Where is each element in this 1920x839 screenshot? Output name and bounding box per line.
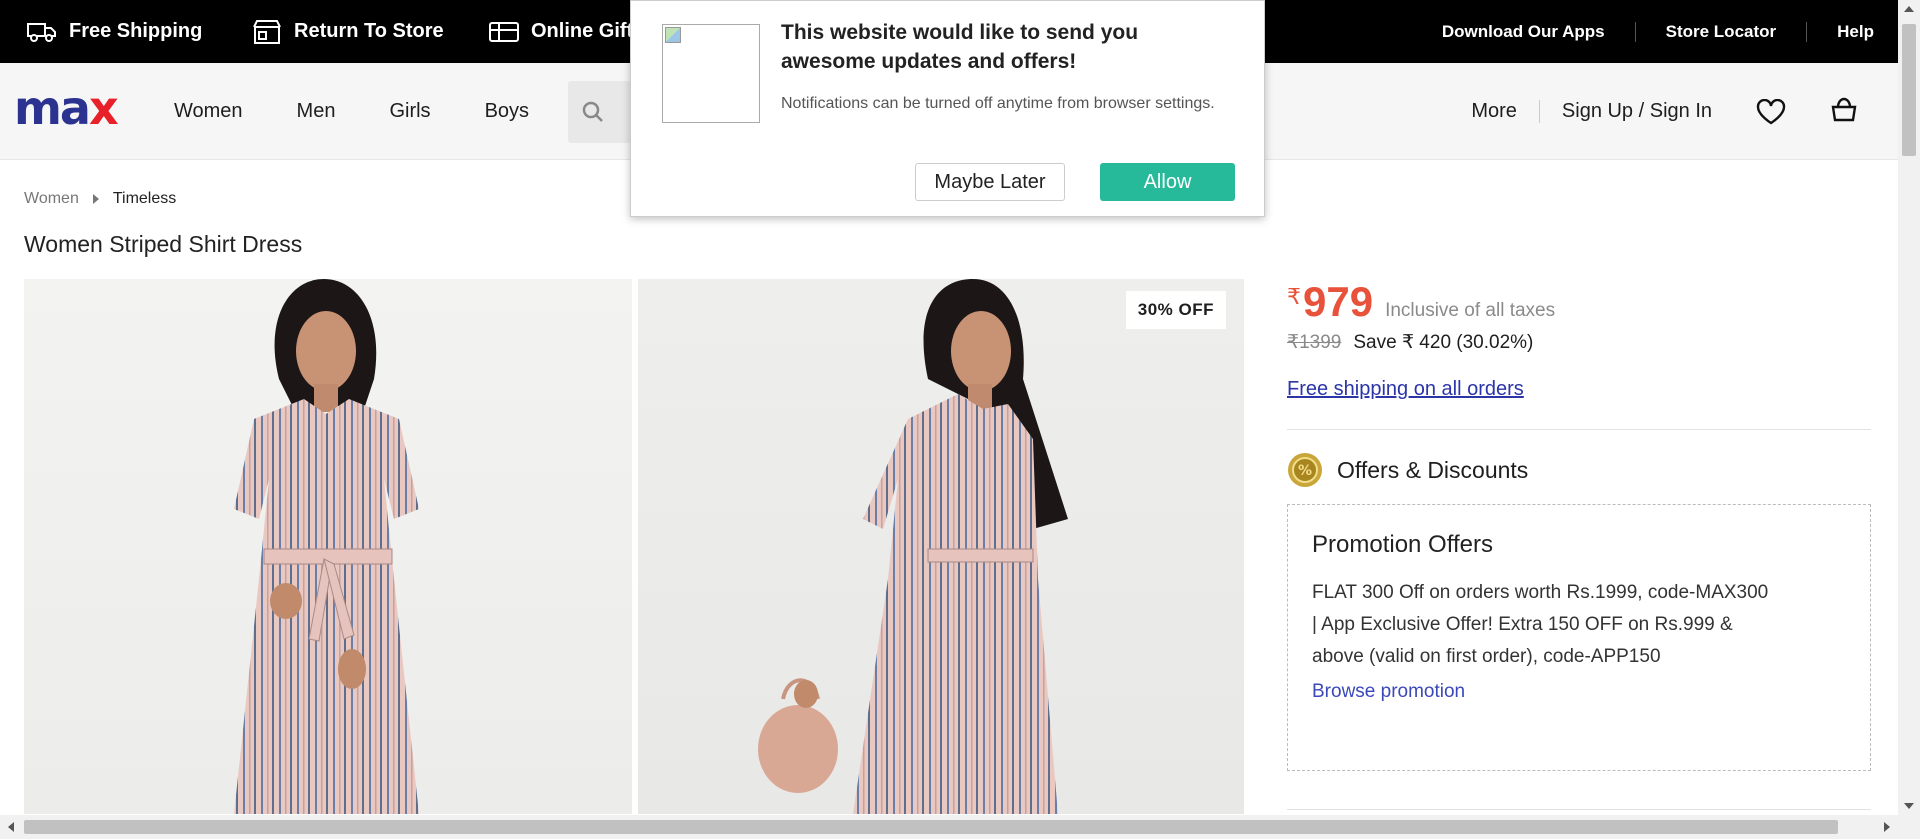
breadcrumb-women[interactable]: Women — [24, 190, 79, 208]
scrollbar-thumb[interactable] — [24, 820, 1838, 834]
broken-image-icon — [665, 27, 681, 43]
promotion-text: FLAT 300 Off on orders worth Rs.1999, co… — [1312, 582, 1769, 667]
breadcrumb-timeless[interactable]: Timeless — [113, 190, 176, 208]
free-shipping-promo[interactable]: Free Shipping — [27, 0, 202, 63]
gift-card-icon — [489, 21, 519, 42]
signin-link[interactable]: Sign Up / Sign In — [1540, 100, 1712, 123]
discount-badge-icon: % — [1288, 453, 1322, 487]
help-link[interactable]: Help — [1807, 22, 1874, 42]
model-side-illustration — [758, 279, 1068, 814]
online-gift-promo[interactable]: Online Gift — [489, 0, 633, 63]
max-logo[interactable]: max — [14, 85, 119, 131]
free-shipping-label: Free Shipping — [69, 20, 203, 42]
scroll-left-arrow-icon[interactable] — [8, 822, 14, 832]
nav-girls[interactable]: Girls — [389, 100, 430, 123]
original-price: ₹1399 — [1287, 332, 1342, 353]
svg-text:%: % — [1298, 463, 1312, 479]
download-apps-link[interactable]: Download Our Apps — [1412, 21, 1636, 42]
product-image-side[interactable]: 30% OFF — [638, 279, 1244, 814]
truck-icon — [27, 22, 56, 42]
shopping-bag-icon — [1831, 97, 1857, 121]
offers-heading: % Offers & Discounts — [1287, 452, 1528, 488]
savings-text: Save ₹ 420 (30.02%) — [1353, 332, 1534, 353]
cart-button[interactable] — [1830, 95, 1858, 129]
free-shipping-link[interactable]: Free shipping on all orders — [1287, 378, 1524, 401]
return-to-store-promo[interactable]: Return To Store — [252, 0, 444, 63]
allow-button[interactable]: Allow — [1100, 163, 1235, 201]
store-locator-link[interactable]: Store Locator — [1636, 21, 1808, 42]
vertical-scrollbar[interactable] — [1898, 0, 1920, 815]
wishlist-button[interactable] — [1756, 98, 1786, 125]
logo-text-right: x — [88, 81, 119, 135]
offers-heading-label: Offers & Discounts — [1337, 456, 1529, 483]
nav-men[interactable]: Men — [297, 100, 336, 123]
scroll-down-arrow-icon[interactable] — [1904, 803, 1914, 809]
popup-subtitle: Notifications can be turned off anytime … — [781, 95, 1215, 112]
promotion-offers-box: Promotion Offers FLAT 300 Off on orders … — [1287, 504, 1871, 771]
tax-note: Inclusive of all taxes — [1385, 300, 1556, 321]
scroll-right-arrow-icon[interactable] — [1884, 822, 1890, 832]
category-nav: Women Men Girls Boys — [174, 63, 583, 160]
currency-symbol: ₹ — [1287, 284, 1301, 309]
nav-boys[interactable]: Boys — [485, 100, 529, 123]
nav-women[interactable]: Women — [174, 100, 243, 123]
popup-title: This website would like to send you awes… — [781, 21, 1139, 73]
maybe-later-button[interactable]: Maybe Later — [915, 163, 1065, 201]
product-title: Women Striped Shirt Dress — [24, 231, 303, 257]
browse-promotion-link[interactable]: Browse promotion — [1312, 681, 1465, 703]
product-image-front[interactable] — [24, 279, 632, 814]
top-links: Download Our Apps Store Locator Help — [1412, 0, 1874, 63]
price-row: ₹ 979 Inclusive of all taxes — [1287, 278, 1555, 326]
breadcrumb-separator-icon — [92, 194, 99, 204]
breadcrumb: Women Timeless — [24, 190, 176, 208]
savings-row: ₹1399 Save ₹ 420 (30.02%) — [1287, 331, 1533, 354]
divider — [1287, 429, 1871, 430]
notification-permission-popup: This website would like to send you awes… — [630, 0, 1265, 217]
logo-text-left: ma — [14, 81, 91, 135]
selling-price: 979 — [1303, 278, 1374, 325]
discount-badge: 30% OFF — [1125, 291, 1226, 329]
header-actions: More Sign Up / Sign In — [1471, 63, 1858, 160]
return-to-store-label: Return To Store — [294, 20, 444, 42]
model-front-illustration — [234, 279, 419, 814]
search-icon — [582, 101, 603, 122]
popup-image — [662, 24, 760, 123]
heart-icon — [1756, 98, 1786, 124]
store-return-icon — [253, 19, 281, 44]
promotion-title: Promotion Offers — [1312, 531, 1493, 558]
divider — [1287, 809, 1871, 810]
scrollbar-thumb[interactable] — [1902, 24, 1916, 156]
online-gift-label: Online Gift — [531, 20, 634, 42]
horizontal-scrollbar[interactable] — [0, 815, 1920, 839]
scroll-up-arrow-icon[interactable] — [1904, 6, 1914, 12]
more-menu[interactable]: More — [1471, 100, 1540, 123]
